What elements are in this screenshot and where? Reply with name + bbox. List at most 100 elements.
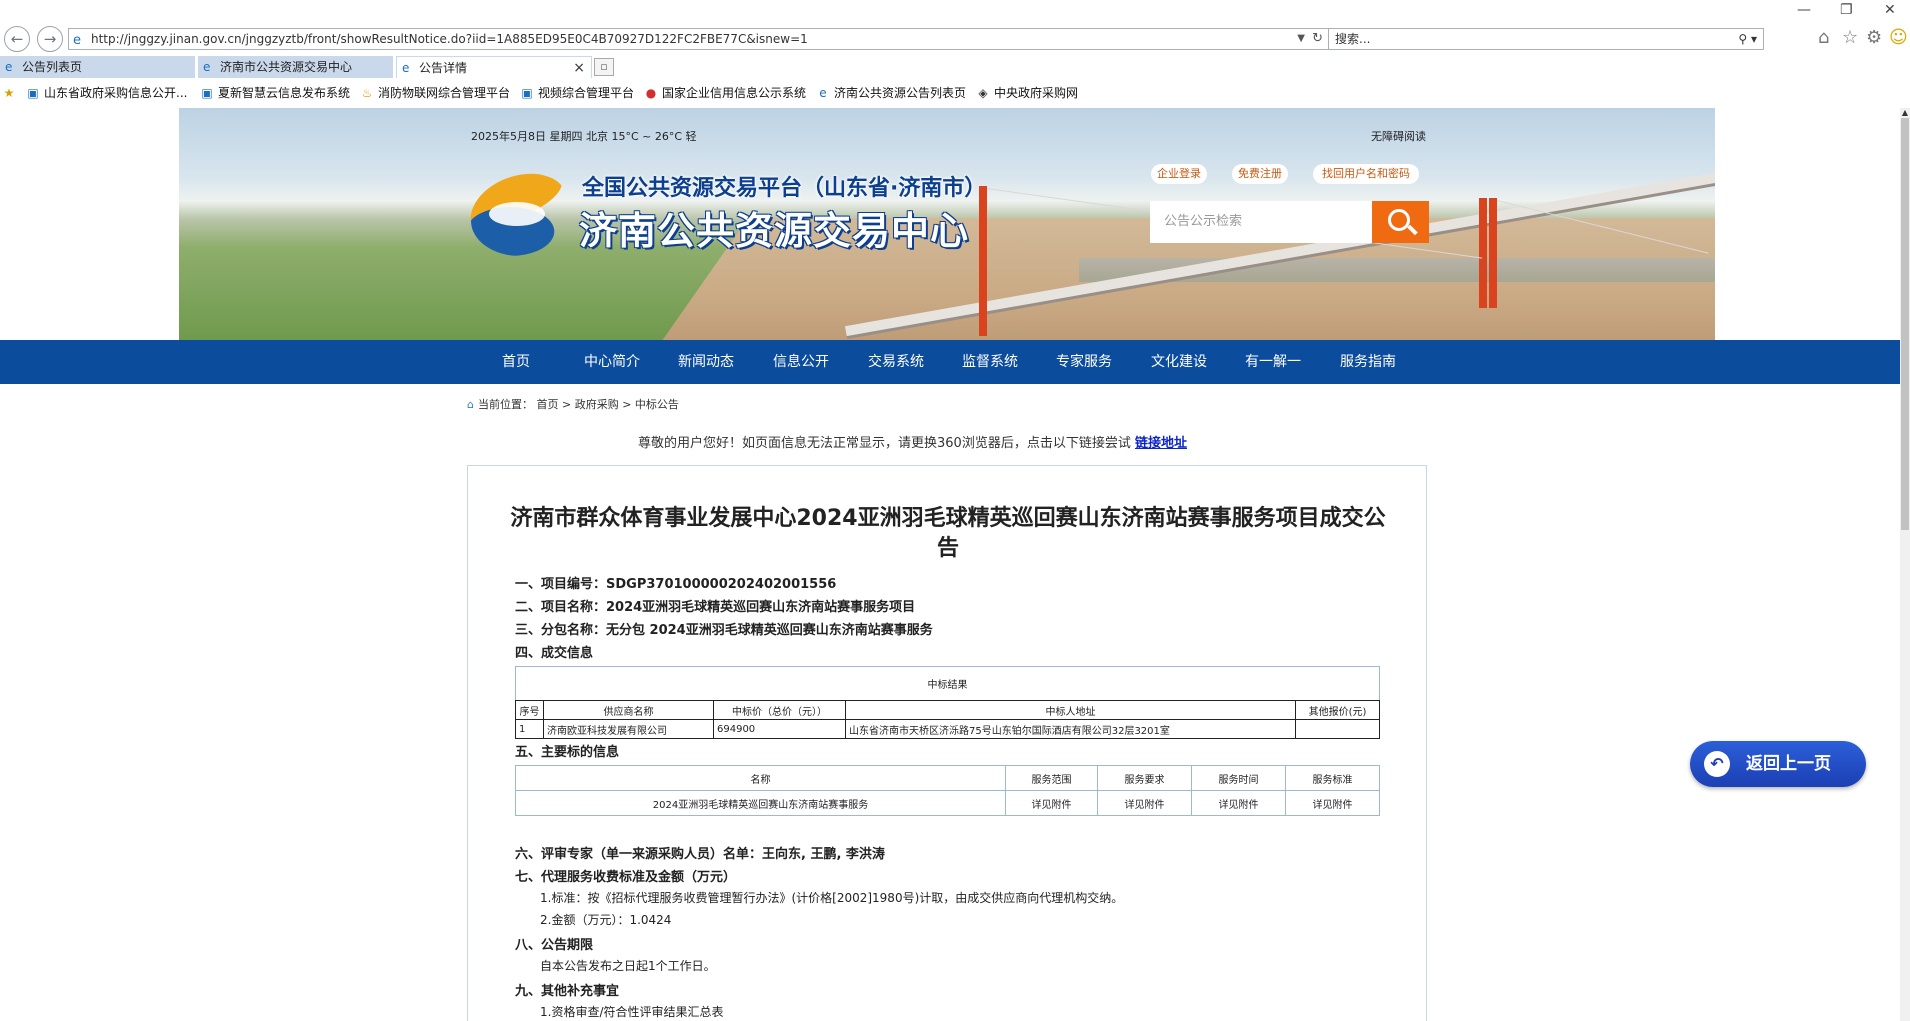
scrollbar-thumb[interactable] <box>1901 118 1909 530</box>
favorite-link[interactable]: ● 国家企业信用信息公示系统 <box>644 82 806 104</box>
main-navigation: 首页 中心简介 新闻动态 信息公开 交易系统 监督系统 专家服务 文化建设 有一… <box>0 340 1900 384</box>
table-cell: 1 <box>515 719 544 739</box>
address-bar[interactable]: e http://jnggzy.jinan.gov.cn/jnggzyztb/f… <box>68 28 1330 50</box>
register-link[interactable]: 免费注册 <box>1232 164 1288 184</box>
table-header-row: 名称 服务范围 服务要求 服务时间 服务标准 <box>515 765 1380 791</box>
search-icon-handle <box>1407 224 1418 236</box>
announcement-search-button[interactable] <box>1372 201 1429 243</box>
home-icon[interactable]: ⌂ <box>1818 27 1829 48</box>
notice-text: 尊敬的用户您好！如页面信息无法正常显示，请更换360浏览器后，点击以下链接尝试 <box>638 436 1131 451</box>
close-window-icon[interactable]: ✕ <box>1884 2 1896 18</box>
attachment-link[interactable]: 详见附件 <box>1097 790 1192 816</box>
favorite-link[interactable]: ▣ 山东省政府采购信息公开... <box>26 82 187 104</box>
table-header: 中标价（总价（元）） <box>713 700 846 720</box>
minimize-icon[interactable]: — <box>1797 2 1811 18</box>
bridge-tower-decoration <box>1479 198 1487 308</box>
nav-experts[interactable]: 专家服务 <box>1056 340 1112 384</box>
favorite-link[interactable]: ◈ 中央政府采购网 <box>976 82 1078 104</box>
attachment-link[interactable]: 详见附件 <box>1285 790 1380 816</box>
table-caption: 中标结果 <box>515 666 1380 701</box>
period-text: 自本公告发布之日起1个工作日。 <box>540 959 716 973</box>
main-subject-table: 名称 服务范围 服务要求 服务时间 服务标准 2024亚洲羽毛球精英巡回赛山东济… <box>515 765 1380 816</box>
attachment-link[interactable]: 详见附件 <box>1005 790 1098 816</box>
nav-home[interactable]: 首页 <box>502 340 530 384</box>
flame-icon: ♨ <box>361 86 373 100</box>
experts-list: 六、评审专家（单一来源采购人员）名单：王向东, 王鹏, 李洪涛 <box>515 847 885 862</box>
table-header: 中标人地址 <box>845 700 1296 720</box>
table-header: 供应商名称 <box>543 700 714 720</box>
header-banner: 2025年5月8日 星期四 北京 15°C ~ 26°C 轻 无障碍阅读 全国公… <box>179 108 1715 340</box>
browser-search-input[interactable]: 搜索... ⚲ ▾ <box>1328 28 1764 50</box>
package-name: 三、分包名称：无分包 2024亚洲羽毛球精英巡回赛山东济南站赛事服务 <box>515 623 933 638</box>
table-cell: 济南欧亚科技发展有限公司 <box>543 719 714 739</box>
tab-label: 济南市公共资源交易中心 <box>220 60 353 74</box>
nav-q-and-a[interactable]: 有一解一 <box>1245 340 1301 384</box>
browser-notice: 尊敬的用户您好！如页面信息无法正常显示，请更换360浏览器后，点击以下链接尝试 … <box>638 432 1187 451</box>
nav-trading[interactable]: 交易系统 <box>868 340 924 384</box>
emblem-icon: ● <box>645 86 657 100</box>
search-icon[interactable]: ⚲ ▾ <box>1738 29 1757 49</box>
favorites-bar: ★ ▣ 山东省政府采购信息公开... ▣ 夏新智慧云信息发布系统 ♨ 消防物联网综合管… <box>0 82 1910 104</box>
back-icon[interactable]: ← <box>4 26 30 52</box>
site-title: 济南公共资源交易中心 <box>579 209 970 253</box>
favorite-link[interactable]: ▣ 夏新智慧云信息发布系统 <box>200 82 350 104</box>
smiley-feedback-icon[interactable]: ☺ <box>1889 27 1908 48</box>
alternate-link[interactable]: 链接地址 <box>1135 436 1187 451</box>
close-tab-icon[interactable]: × <box>573 57 585 79</box>
breadcrumb-prefix: 当前位置： <box>477 398 533 411</box>
browser-chrome: — ❐ ✕ ← → e http://jnggzy.jinan.gov.cn/j… <box>0 0 1910 108</box>
deal-info-heading: 四、成交信息 <box>515 646 594 661</box>
chevron-down-icon[interactable]: ▼ <box>1297 29 1305 49</box>
return-arrow-icon: ↶ <box>1704 751 1730 777</box>
back-to-previous-button[interactable]: ↶ 返回上一页 <box>1690 741 1866 787</box>
favorite-link[interactable]: e 济南公共资源公告列表页 <box>816 82 966 104</box>
tab-jinan-center[interactable]: e 济南市公共资源交易中心 <box>198 56 394 78</box>
favorites-add-icon[interactable]: ★ <box>2 82 20 104</box>
favorite-link[interactable]: ♨ 消防物联网综合管理平台 <box>360 82 510 104</box>
nav-service-guide[interactable]: 服务指南 <box>1340 340 1396 384</box>
ie-tab-icon: e <box>5 60 13 74</box>
scroll-up-icon[interactable]: ▲ <box>1900 108 1910 117</box>
favorite-link[interactable]: ▣ 视频综合管理平台 <box>520 82 634 104</box>
new-tab-button[interactable]: ▫ <box>594 58 614 76</box>
project-name: 二、项目名称：2024亚洲羽毛球精英巡回赛山东济南站赛事服务项目 <box>515 600 916 615</box>
table-cell <box>1295 719 1380 739</box>
other-text: 1.资格审查/符合性评审结果汇总表 <box>540 1005 724 1019</box>
nav-disclosure[interactable]: 信息公开 <box>773 340 829 384</box>
vertical-scrollbar[interactable]: ▲ <box>1900 108 1910 1021</box>
accessibility-link[interactable]: 无障碍阅读 <box>1371 128 1426 144</box>
table-header: 服务时间 <box>1191 765 1286 791</box>
bridge-tower-decoration <box>1489 198 1497 308</box>
agency-fee-heading: 七、代理服务收费标准及金额（万元） <box>515 870 737 885</box>
recover-account-link[interactable]: 找回用户名和密码 <box>1313 164 1419 184</box>
browser-search-placeholder: 搜索... <box>1335 32 1371 46</box>
login-link[interactable]: 企业登录 <box>1151 164 1207 184</box>
announcement-search-input[interactable]: 公告公示检索 <box>1150 201 1372 243</box>
date-weather: 2025年5月8日 星期四 北京 15°C ~ 26°C 轻 <box>471 130 697 143</box>
nav-news[interactable]: 新闻动态 <box>678 340 734 384</box>
table-row: 2024亚洲羽毛球精英巡回赛山东济南站赛事服务 详见附件 详见附件 详见附件 详… <box>515 790 1380 816</box>
table-cell: 2024亚洲羽毛球精英巡回赛山东济南站赛事服务 <box>515 790 1006 816</box>
forward-icon[interactable]: → <box>37 26 63 52</box>
page-icon: ▣ <box>521 86 533 100</box>
attachment-link[interactable]: 详见附件 <box>1191 790 1286 816</box>
table-cell: 694900 <box>713 719 846 739</box>
refresh-icon[interactable]: ↻ <box>1312 29 1323 49</box>
breadcrumb-path[interactable]: 首页 > 政府采购 > 中标公告 <box>536 398 678 411</box>
nav-supervision[interactable]: 监督系统 <box>962 340 1018 384</box>
nav-culture[interactable]: 文化建设 <box>1151 340 1207 384</box>
agency-fee-amount: 2.金额（万元）：1.0424 <box>540 913 672 927</box>
restore-icon[interactable]: ❐ <box>1840 2 1853 18</box>
nav-about[interactable]: 中心简介 <box>584 340 640 384</box>
announcement-document: 济南市群众体育事业发展中心2024亚洲羽毛球精英巡回赛山东济南站赛事服务项目成交… <box>467 465 1427 1021</box>
table-header: 名称 <box>515 765 1006 791</box>
tab-strip: e 公告列表页 e 济南市公共资源交易中心 e 公告详情 × <box>0 56 1910 78</box>
url-text: http://jnggzy.jinan.gov.cn/jnggzyztb/fro… <box>91 32 808 46</box>
tab-announcement-detail[interactable]: e 公告详情 × <box>396 56 592 78</box>
bridge-tower-decoration <box>979 186 987 336</box>
settings-gear-icon[interactable]: ⚙ <box>1866 27 1882 48</box>
favorites-star-icon[interactable]: ☆ <box>1842 27 1858 48</box>
tab-announcement-list[interactable]: e 公告列表页 <box>0 56 196 78</box>
logo-icon-part <box>489 202 545 226</box>
tab-label: 公告详情 <box>419 61 468 75</box>
